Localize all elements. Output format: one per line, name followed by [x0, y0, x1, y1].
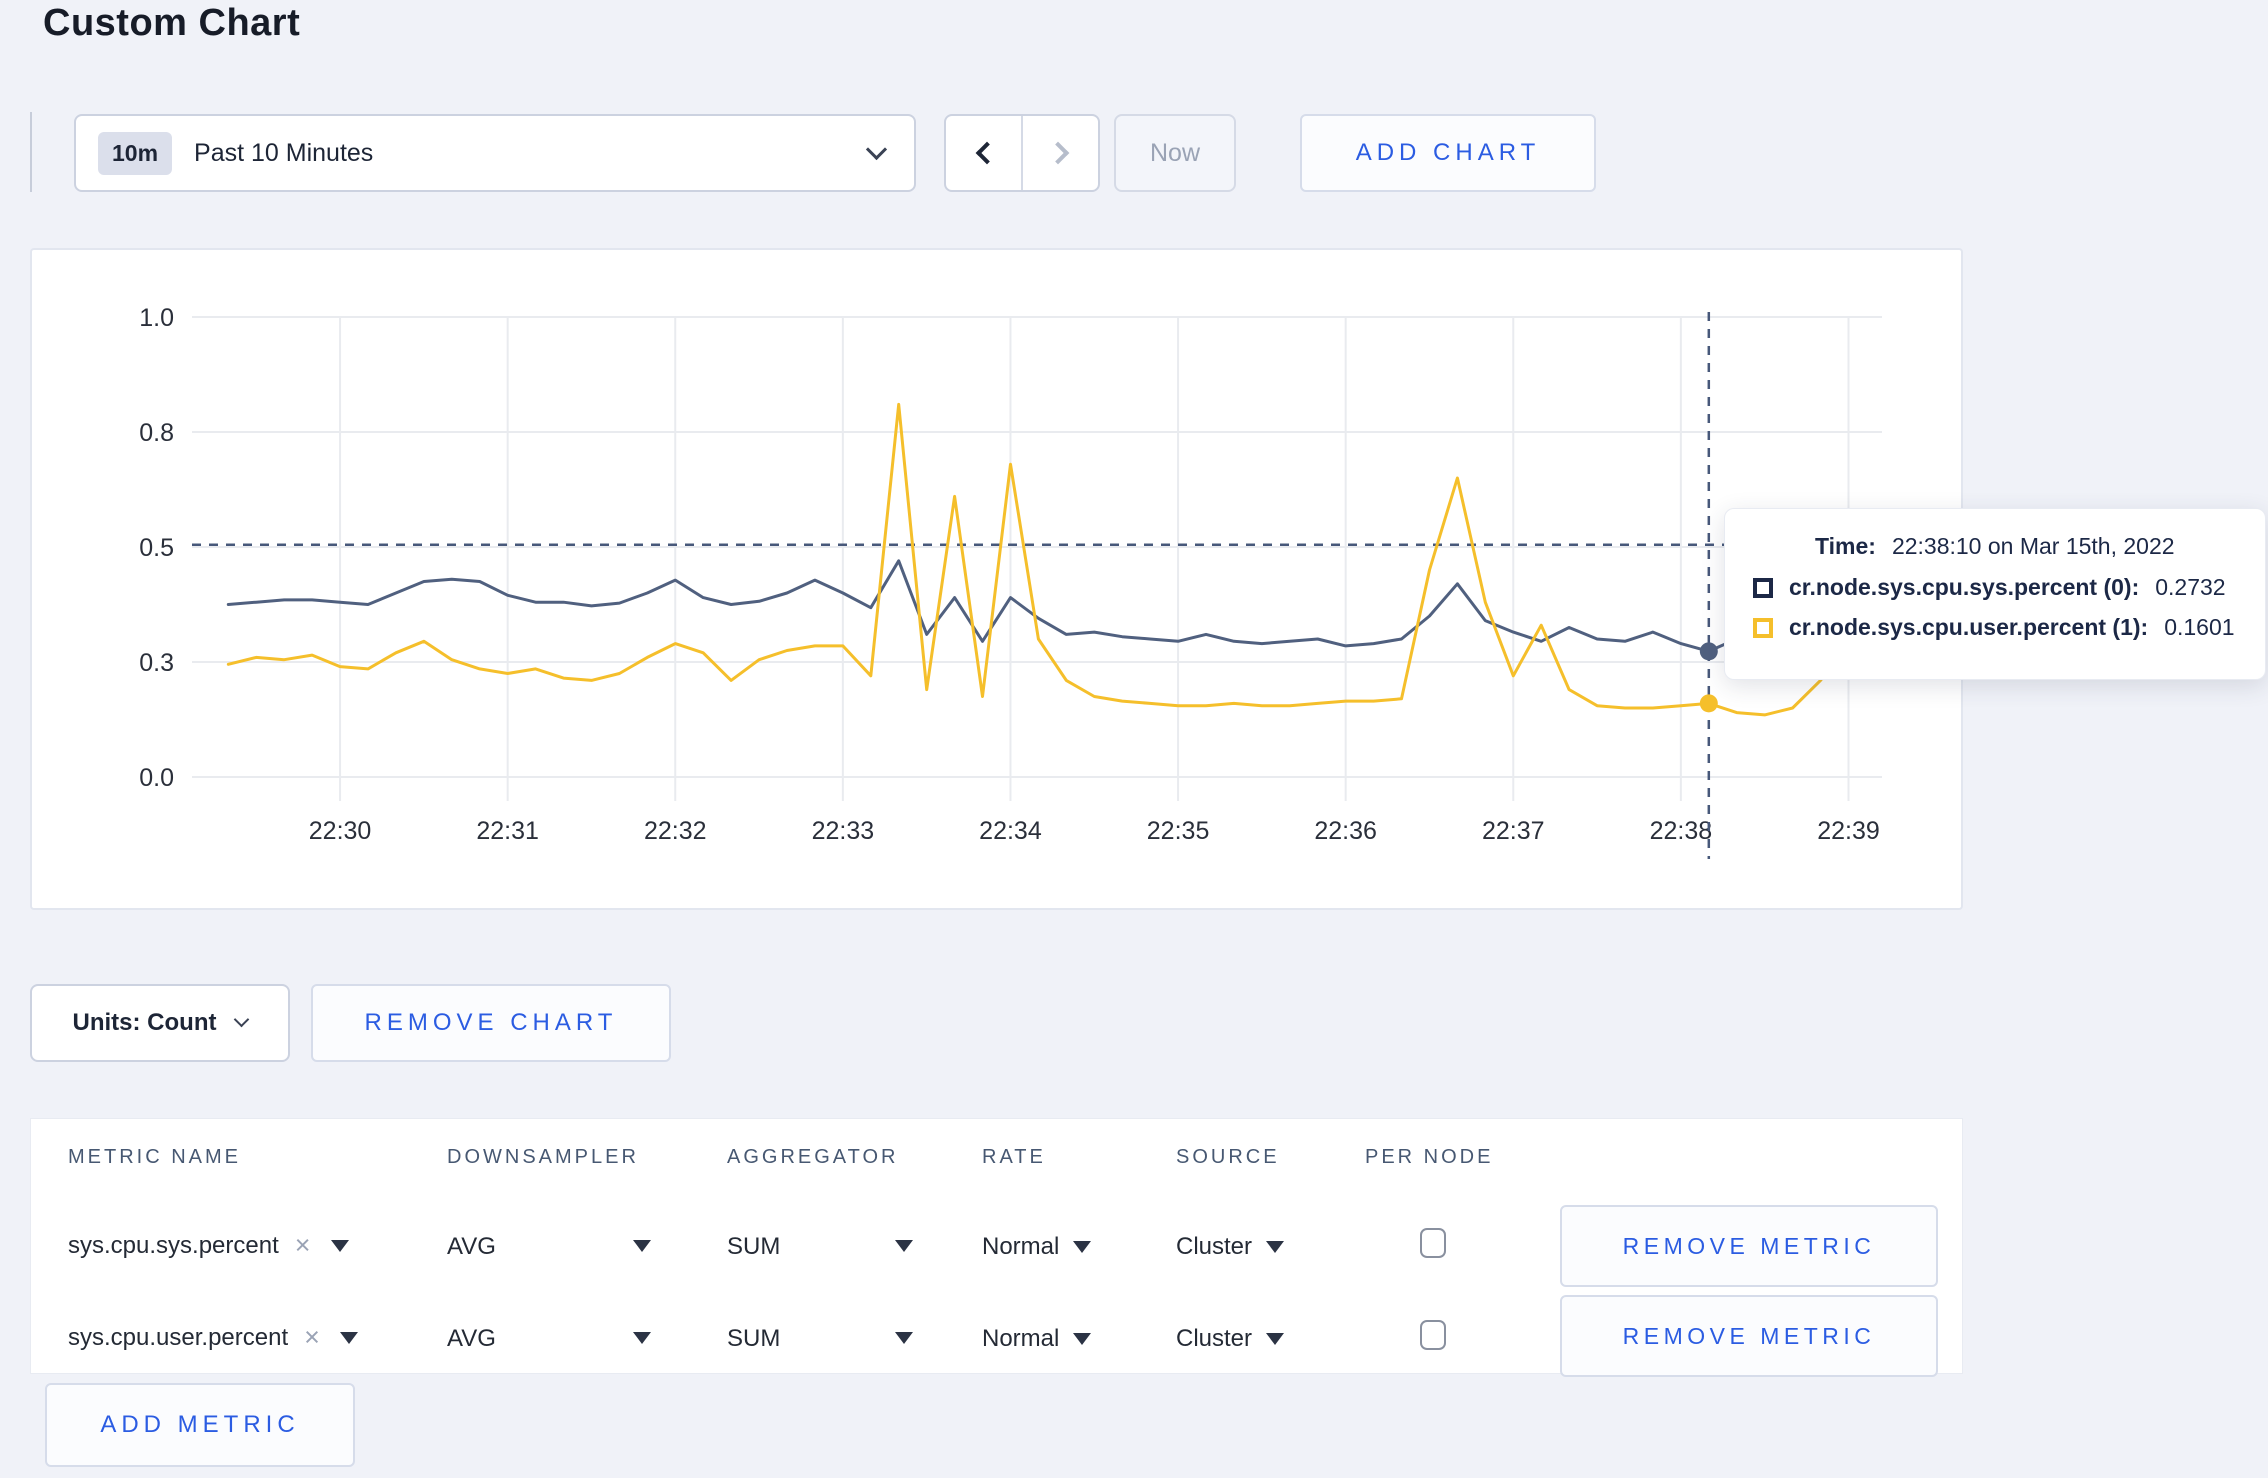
series-line-1 — [226, 402, 1878, 717]
page-title: Custom Chart — [43, 2, 301, 44]
col-header-per-node: PER NODE — [1365, 1146, 1494, 1168]
downsampler-select[interactable]: AVG — [447, 1233, 496, 1261]
x-tick-label: 22:36 — [1314, 817, 1377, 845]
caret-down-icon[interactable] — [633, 1240, 651, 1252]
chevron-left-icon — [975, 141, 998, 165]
hover-marker-1 — [1699, 694, 1718, 713]
x-tick-label: 22:37 — [1482, 817, 1545, 845]
aggregator-select[interactable]: SUM — [727, 1325, 780, 1353]
x-tick-label: 22:39 — [1817, 817, 1880, 845]
metric-name-value: sys.cpu.sys.percent — [68, 1231, 279, 1259]
remove-metric-button[interactable]: REMOVE METRIC — [1560, 1295, 1938, 1377]
rate-select[interactable]: Normal — [982, 1233, 1092, 1261]
chevron-right-icon — [1046, 141, 1069, 165]
custom-chart[interactable]: 0.0 0.3 0.5 0.8 1.0 22:30 22:31 22:32 22:33 22:34… — [32, 250, 1965, 912]
sys-series-swatch-icon — [1753, 577, 1773, 598]
caret-down-icon[interactable] — [895, 1332, 913, 1344]
source-select[interactable]: Cluster — [1176, 1233, 1285, 1261]
time-nav-group — [944, 114, 1100, 192]
aggregator-select[interactable]: SUM — [727, 1233, 780, 1261]
caret-down-icon — [1073, 1241, 1092, 1253]
remove-metric-button[interactable]: REMOVE METRIC — [1560, 1205, 1938, 1287]
source-value: Cluster — [1176, 1233, 1253, 1260]
units-selector[interactable]: Units: Count — [30, 984, 290, 1062]
caret-down-icon[interactable] — [895, 1240, 913, 1252]
units-label: Units: Count — [72, 1009, 217, 1036]
tooltip-time-label: Time: — [1815, 533, 1876, 559]
caret-down-icon — [1266, 1241, 1285, 1253]
add-metric-button[interactable]: ADD METRIC — [45, 1383, 355, 1467]
source-value: Cluster — [1176, 1325, 1253, 1352]
downsampler-select[interactable]: AVG — [447, 1325, 496, 1353]
prev-time-button[interactable] — [946, 116, 1021, 190]
y-tick-label: 0.3 — [139, 649, 174, 677]
x-tick-label: 22:35 — [1147, 817, 1210, 845]
x-tick-label: 22:30 — [309, 817, 372, 845]
remove-chart-button[interactable]: REMOVE CHART — [311, 984, 671, 1062]
rate-select[interactable]: Normal — [982, 1325, 1092, 1353]
y-tick-label: 0.8 — [139, 419, 174, 447]
close-icon[interactable]: × — [304, 1322, 320, 1353]
tooltip-user-label: cr.node.sys.cpu.user.percent (1): — [1789, 614, 2149, 640]
tooltip-user-value: 0.1601 — [2164, 614, 2235, 640]
caret-down-icon — [339, 1331, 358, 1344]
metric-name-value: sys.cpu.user.percent — [68, 1323, 289, 1351]
col-header-rate: RATE — [982, 1146, 1046, 1168]
col-header-metric-name: METRIC NAME — [68, 1146, 241, 1168]
hover-marker-0 — [1699, 642, 1718, 661]
x-tick-label: 22:34 — [979, 817, 1042, 845]
source-select[interactable]: Cluster — [1176, 1325, 1285, 1353]
caret-down-icon — [330, 1239, 349, 1252]
add-chart-button[interactable]: ADD CHART — [1300, 114, 1596, 192]
time-window-selector[interactable]: 10m Past 10 Minutes — [74, 114, 916, 192]
time-window-badge: 10m — [98, 131, 173, 175]
col-header-aggregator: AGGREGATOR — [727, 1146, 899, 1168]
tooltip-sys-label: cr.node.sys.cpu.sys.percent (0): — [1789, 574, 2140, 600]
close-icon[interactable]: × — [295, 1230, 311, 1261]
rate-value: Normal — [982, 1325, 1060, 1352]
chart-tooltip: Time: 22:38:10 on Mar 15th, 2022 cr.node… — [1724, 508, 2266, 680]
col-header-downsampler: DOWNSAMPLER — [447, 1146, 639, 1168]
per-node-checkbox[interactable] — [1420, 1320, 1446, 1350]
x-tick-label: 22:33 — [812, 817, 875, 845]
series-line-0 — [226, 559, 1878, 653]
chart-card: 0.0 0.3 0.5 0.8 1.0 22:30 22:31 22:32 22:33 22:34… — [30, 248, 2266, 912]
rate-value: Normal — [982, 1233, 1060, 1260]
caret-down-icon[interactable] — [633, 1332, 651, 1344]
y-tick-label: 0.5 — [139, 534, 174, 562]
y-tick-label: 0.0 — [139, 764, 174, 792]
chevron-down-icon — [234, 1011, 250, 1027]
col-header-source: SOURCE — [1176, 1146, 1280, 1168]
time-window-label: Past 10 Minutes — [194, 138, 374, 167]
per-node-checkbox[interactable] — [1420, 1228, 1446, 1258]
tooltip-sys-value: 0.2732 — [2155, 574, 2226, 600]
metric-name-select[interactable]: sys.cpu.sys.percent × — [68, 1230, 349, 1261]
chevron-down-icon — [865, 138, 888, 160]
y-tick-label: 1.0 — [139, 304, 174, 332]
metric-name-select[interactable]: sys.cpu.user.percent × — [68, 1322, 358, 1353]
tooltip-time-value: 22:38:10 on Mar 15th, 2022 — [1891, 533, 2175, 559]
next-time-button[interactable] — [1021, 116, 1098, 190]
controls-divider — [30, 112, 32, 192]
x-tick-label: 22:38 — [1650, 817, 1713, 845]
caret-down-icon — [1073, 1333, 1092, 1345]
caret-down-icon — [1266, 1333, 1285, 1345]
user-series-swatch-icon — [1753, 617, 1773, 638]
now-button[interactable]: Now — [1114, 114, 1236, 192]
x-tick-label: 22:32 — [644, 817, 707, 845]
x-tick-label: 22:31 — [476, 817, 539, 845]
